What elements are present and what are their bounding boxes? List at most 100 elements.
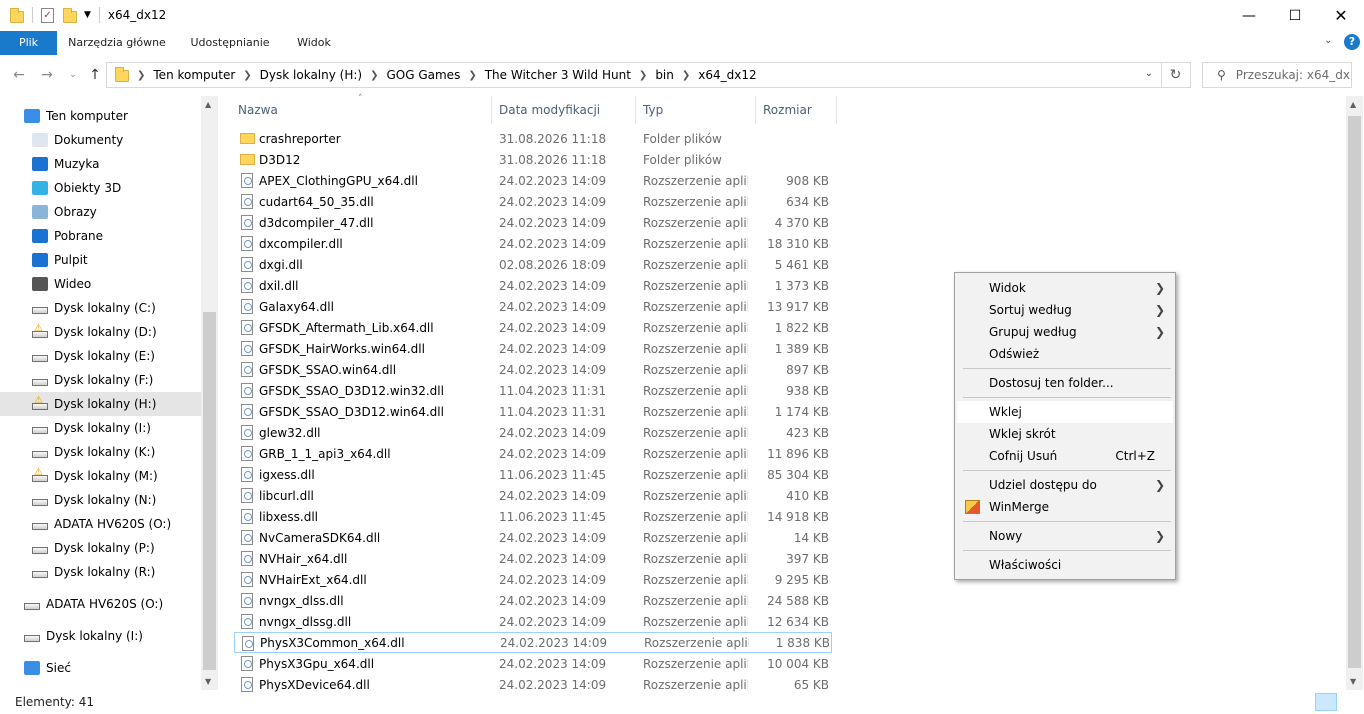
properties-icon[interactable]: ✓ — [41, 7, 54, 23]
maximize-button[interactable]: ☐ — [1272, 0, 1318, 31]
chevron-right-icon[interactable]: ❯ — [370, 70, 378, 81]
nav-item[interactable]: Obrazy — [32, 201, 97, 223]
chevron-down-icon[interactable]: ⌄ — [1145, 68, 1153, 79]
table-row[interactable]: cudart64_50_35.dll 24.02.2023 14:09 Rozsze… — [234, 191, 832, 212]
tab-home[interactable]: Narzędzia główne — [62, 31, 172, 55]
scroll-up-icon[interactable]: ▲ — [205, 100, 211, 109]
table-row[interactable]: GFSDK_SSAO_D3D12.win32.dll 11.04.2023 11:… — [234, 380, 832, 401]
scroll-down-icon[interactable]: ▼ — [205, 677, 211, 686]
table-row[interactable]: GFSDK_Aftermath_Lib.x64.dll 24.02.2023 14… — [234, 317, 832, 338]
menu-item[interactable]: Cofnij Usuń Ctrl+Z — [957, 445, 1173, 467]
menu-item[interactable]: Właściwości — [957, 554, 1173, 576]
menu-item[interactable]: Sortuj według ❯ — [957, 299, 1173, 321]
nav-scrollbar[interactable]: ▲ ▼ — [201, 96, 218, 690]
breadcrumb-witcher[interactable]: The Witcher 3 Wild Hunt — [485, 68, 631, 82]
tab-view[interactable]: Widok — [288, 31, 340, 55]
nav-item[interactable]: Muzyka — [32, 153, 99, 175]
table-row[interactable]: d3dcompiler_47.dll 24.02.2023 14:09 Rozsze… — [234, 212, 832, 233]
forward-button[interactable]: → — [38, 66, 56, 84]
customize-toolbar-icon[interactable]: ▼ — [84, 10, 91, 20]
table-row[interactable]: dxcompiler.dll 24.02.2023 14:09 Rozszerzen… — [234, 233, 832, 254]
table-row[interactable]: crashreporter 31.08.2026 11:18 Folder plik… — [234, 128, 832, 149]
help-icon[interactable]: ? — [1344, 34, 1360, 50]
nav-item[interactable]: Dysk lokalny (K:) — [32, 441, 155, 463]
table-row[interactable]: D3D12 31.08.2026 11:18 Folder plików — [234, 149, 832, 170]
new-folder-icon[interactable] — [63, 7, 77, 23]
nav-item[interactable]: ⚠ Dysk lokalny (H:) — [32, 393, 156, 415]
nav-item[interactable]: Dysk lokalny (F:) — [32, 369, 153, 391]
tab-share[interactable]: Udostępnianie — [182, 31, 278, 55]
column-header-date[interactable]: Data modyfikacji — [493, 96, 636, 124]
table-row[interactable]: PhysX3Gpu_x64.dll 24.02.2023 14:09 Rozszer… — [234, 653, 832, 674]
table-row[interactable]: GFSDK_SSAO_D3D12.win64.dll 11.04.2023 11:… — [234, 401, 832, 422]
search-input[interactable]: ⚲ Przeszukaj: x64_dx... — [1202, 62, 1352, 88]
column-header-size[interactable]: Rozmiar — [757, 96, 837, 124]
nav-item[interactable]: Dysk lokalny (P:) — [32, 537, 155, 559]
nav-item[interactable]: ADATA HV620S (O:) — [32, 513, 171, 535]
expand-ribbon-icon[interactable]: ⌄ — [1324, 35, 1332, 46]
table-row[interactable]: PhysX3Common_x64.dll 24.02.2023 14:09 Rozs… — [234, 632, 832, 653]
breadcrumb-x64-dx12[interactable]: x64_dx12 — [698, 68, 756, 82]
menu-item[interactable]: Udziel dostępu do ❯ — [957, 474, 1173, 496]
table-row[interactable]: libcurl.dll 24.02.2023 14:09 Rozszerzenie … — [234, 485, 832, 506]
menu-item[interactable]: Grupuj według ❯ — [957, 321, 1173, 343]
up-button[interactable]: ↑ — [86, 66, 104, 84]
breadcrumb-this-pc[interactable]: Ten komputer — [153, 68, 235, 82]
chevron-right-icon[interactable]: ❯ — [468, 70, 476, 81]
menu-item[interactable]: Odśwież — [957, 343, 1173, 365]
table-row[interactable]: GFSDK_HairWorks.win64.dll 24.02.2023 14:0… — [234, 338, 832, 359]
menu-item[interactable]: Wklej skrót — [957, 423, 1173, 445]
folder-icon[interactable] — [10, 7, 24, 23]
scroll-down-icon[interactable]: ▼ — [1350, 677, 1356, 686]
scroll-up-icon[interactable]: ▲ — [1350, 100, 1356, 109]
menu-item[interactable]: Nowy ❯ — [957, 525, 1173, 547]
nav-item[interactable]: Dysk lokalny (N:) — [32, 489, 156, 511]
chevron-right-icon[interactable]: ❯ — [243, 70, 251, 81]
menu-item[interactable]: Widok ❯ — [957, 277, 1173, 299]
breadcrumb-drive-h[interactable]: Dysk lokalny (H:) — [260, 68, 362, 82]
table-row[interactable]: nvngx_dlss.dll 24.02.2023 14:09 Rozszerzen… — [234, 590, 832, 611]
chevron-right-icon[interactable]: ❯ — [639, 70, 647, 81]
large-icons-view-icon[interactable] — [1341, 693, 1359, 711]
table-row[interactable]: dxgi.dll 02.08.2026 18:09 Rozszerzenie apl… — [234, 254, 832, 275]
column-header-type[interactable]: Typ — [637, 96, 756, 124]
table-row[interactable]: igxess.dll 11.06.2023 11:45 Rozszerzenie a… — [234, 464, 832, 485]
table-row[interactable]: GFSDK_SSAO.win64.dll 24.02.2023 14:09 Rozs… — [234, 359, 832, 380]
recent-locations-icon[interactable]: ⌄ — [64, 66, 82, 84]
table-row[interactable]: NvCameraSDK64.dll 24.02.2023 14:09 Rozszer… — [234, 527, 832, 548]
nav-item[interactable]: Pobrane — [32, 225, 103, 247]
address-bar[interactable]: ❯ Ten komputer ❯ Dysk lokalny (H:) ❯ GOG… — [106, 62, 1162, 88]
content-scrollbar[interactable]: ▲ ▼ — [1346, 96, 1363, 690]
breadcrumb-gog-games[interactable]: GOG Games — [386, 68, 460, 82]
nav-item[interactable]: ADATA HV620S (O:) — [24, 593, 163, 615]
table-row[interactable]: libxess.dll 11.06.2023 11:45 Rozszerzenie … — [234, 506, 832, 527]
column-header-name[interactable]: Nazwa — [232, 96, 492, 124]
table-row[interactable]: nvngx_dlssg.dll 24.02.2023 14:09 Rozszerze… — [234, 611, 832, 632]
table-row[interactable]: dxil.dll 24.02.2023 14:09 Rozszerzenie apl… — [234, 275, 832, 296]
nav-item[interactable]: Ten komputer — [24, 105, 128, 127]
table-row[interactable]: NVHair_x64.dll 24.02.2023 14:09 Rozszerzen… — [234, 548, 832, 569]
minimize-button[interactable]: — — [1226, 0, 1272, 31]
nav-item[interactable]: Wideo — [32, 273, 91, 295]
menu-item[interactable]: Dostosuj ten folder... — [957, 372, 1173, 394]
menu-item[interactable]: Wklej — [957, 401, 1173, 423]
table-row[interactable]: Galaxy64.dll 24.02.2023 14:09 Rozszerzenie… — [234, 296, 832, 317]
nav-item[interactable]: ⚠ Dysk lokalny (M:) — [32, 465, 158, 487]
nav-item[interactable]: Dysk lokalny (R:) — [32, 561, 155, 583]
table-row[interactable]: GRB_1_1_api3_x64.dll 24.02.2023 14:09 Rozs… — [234, 443, 832, 464]
nav-item[interactable]: Dysk lokalny (E:) — [32, 345, 155, 367]
menu-item[interactable]: WinMerge — [957, 496, 1173, 518]
table-row[interactable]: NVHairExt_x64.dll 24.02.2023 14:09 Rozszer… — [234, 569, 832, 590]
nav-item[interactable]: ⚠ Dysk lokalny (D:) — [32, 321, 157, 343]
table-row[interactable]: glew32.dll 24.02.2023 14:09 Rozszerzenie a… — [234, 422, 832, 443]
nav-item[interactable]: Obiekty 3D — [32, 177, 121, 199]
nav-item[interactable]: Sieć — [24, 657, 71, 679]
refresh-button[interactable]: ↻ — [1161, 62, 1191, 88]
tab-file[interactable]: Plik — [0, 31, 57, 55]
table-row[interactable]: APEX_ClothingGPU_x64.dll 24.02.2023 14:09… — [234, 170, 832, 191]
chevron-right-icon[interactable]: ❯ — [682, 70, 690, 81]
nav-item[interactable]: Pulpit — [32, 249, 88, 271]
details-view-icon[interactable] — [1315, 693, 1337, 711]
nav-scrollbar-thumb[interactable] — [203, 312, 216, 670]
nav-item[interactable]: Dysk lokalny (C:) — [32, 297, 156, 319]
